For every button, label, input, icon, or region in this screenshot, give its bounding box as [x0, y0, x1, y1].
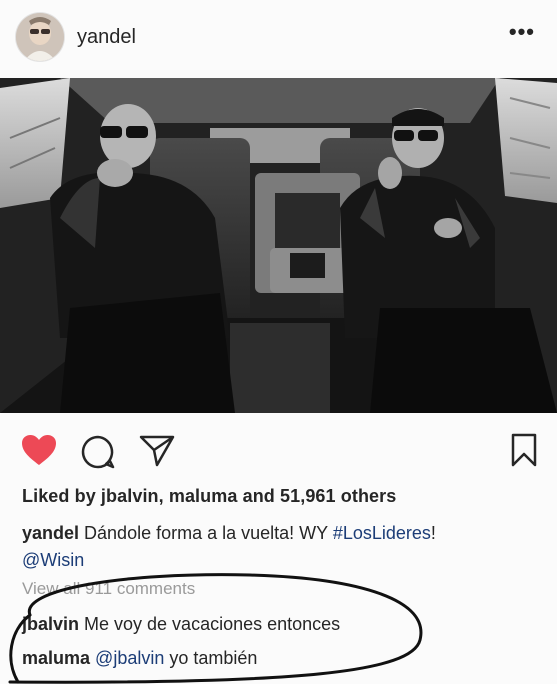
likes-separator: , — [158, 486, 169, 506]
likes-and: and — [237, 486, 280, 506]
caption-after: ! — [430, 523, 436, 543]
post-author-username[interactable]: yandel — [77, 26, 136, 49]
likes-count[interactable]: 51,961 others — [280, 486, 396, 506]
likes-prefix: Liked by — [22, 486, 101, 506]
caption-hashtag[interactable]: #LosLideres — [333, 523, 431, 543]
heart-icon[interactable] — [20, 433, 58, 472]
liker-maluma[interactable]: maluma — [169, 486, 238, 506]
view-all-comments-link[interactable]: View all 911 comments — [22, 579, 195, 599]
post-photo[interactable] — [0, 78, 557, 413]
caption-text: Dándole forma a la vuelta! WY — [79, 523, 333, 543]
avatar[interactable] — [16, 13, 64, 61]
post-header: yandel ••• — [0, 0, 557, 78]
share-icon[interactable] — [138, 434, 176, 473]
bookmark-icon[interactable] — [510, 433, 538, 472]
comment-icon[interactable] — [80, 434, 116, 475]
comment-row: jbalvin Me voy de vacaciones entonces — [22, 614, 340, 635]
caption-username[interactable]: yandel — [22, 523, 79, 543]
comment-text: yo también — [164, 648, 258, 668]
car-interior-illustration — [0, 78, 557, 413]
comment-text: Me voy de vacaciones entonces — [79, 614, 341, 634]
comment-username[interactable]: jbalvin — [22, 614, 79, 634]
more-horizontal-icon[interactable]: ••• — [509, 21, 535, 43]
comment-mention[interactable]: @jbalvin — [95, 648, 164, 668]
caption-mention[interactable]: @Wisin — [22, 550, 84, 570]
likes-summary[interactable]: Liked by jbalvin, maluma and 51,961 othe… — [22, 486, 396, 507]
comment-username[interactable]: maluma — [22, 648, 90, 668]
liker-jbalvin[interactable]: jbalvin — [101, 486, 159, 506]
comment-row: maluma @jbalvin yo también — [22, 648, 257, 669]
post-caption: yandel Dándole forma a la vuelta! WY #Lo… — [22, 520, 532, 574]
